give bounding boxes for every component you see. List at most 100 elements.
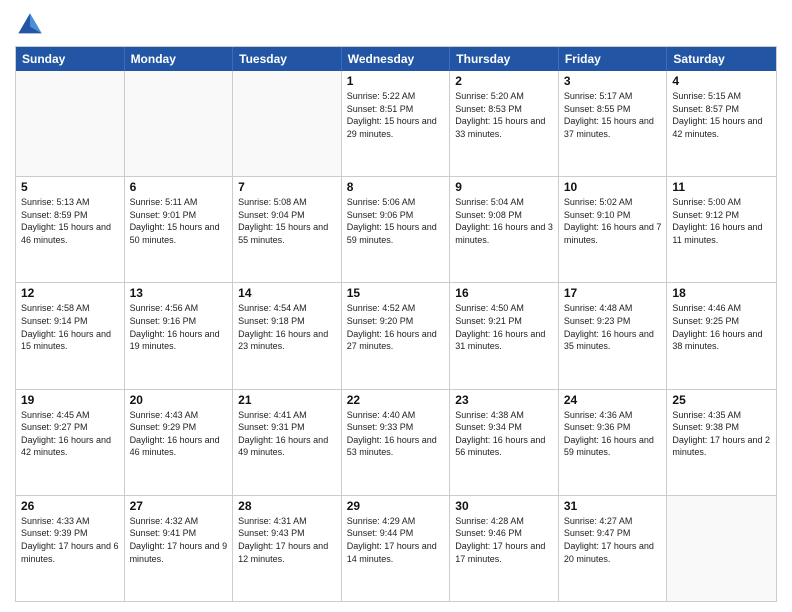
day-number: 1 xyxy=(347,74,445,88)
cell-text: Sunrise: 5:08 AM Sunset: 9:04 PM Dayligh… xyxy=(238,196,336,246)
calendar-cell: 4 Sunrise: 5:15 AM Sunset: 8:57 PM Daylig… xyxy=(667,71,776,176)
calendar-cell: 1 Sunrise: 5:22 AM Sunset: 8:51 PM Daylig… xyxy=(342,71,451,176)
cell-text: Sunrise: 4:58 AM Sunset: 9:14 PM Dayligh… xyxy=(21,302,119,352)
calendar-cell: 27 Sunrise: 4:32 AM Sunset: 9:41 PM Dayli… xyxy=(125,496,234,601)
day-number: 9 xyxy=(455,180,553,194)
cell-text: Sunrise: 4:29 AM Sunset: 9:44 PM Dayligh… xyxy=(347,515,445,565)
cell-text: Sunrise: 4:35 AM Sunset: 9:38 PM Dayligh… xyxy=(672,409,771,459)
calendar-cell: 16 Sunrise: 4:50 AM Sunset: 9:21 PM Dayli… xyxy=(450,283,559,388)
day-number: 31 xyxy=(564,499,662,513)
calendar-cell xyxy=(233,71,342,176)
calendar-cell: 7 Sunrise: 5:08 AM Sunset: 9:04 PM Daylig… xyxy=(233,177,342,282)
day-number: 27 xyxy=(130,499,228,513)
page: SundayMondayTuesdayWednesdayThursdayFrid… xyxy=(0,0,792,612)
calendar-cell: 2 Sunrise: 5:20 AM Sunset: 8:53 PM Daylig… xyxy=(450,71,559,176)
calendar-cell xyxy=(667,496,776,601)
calendar-cell: 30Sunrise: 4:28 AM Sunset: 9:46 PM Dayli… xyxy=(450,496,559,601)
day-number: 16 xyxy=(455,286,553,300)
cell-text: Sunrise: 4:38 AM Sunset: 9:34 PM Dayligh… xyxy=(455,409,553,459)
day-number: 8 xyxy=(347,180,445,194)
calendar-cell: 28Sunrise: 4:31 AM Sunset: 9:43 PM Dayli… xyxy=(233,496,342,601)
calendar-cell: 5 Sunrise: 5:13 AM Sunset: 8:59 PM Daylig… xyxy=(16,177,125,282)
calendar-row: 12Sunrise: 4:58 AM Sunset: 9:14 PM Dayli… xyxy=(16,282,776,388)
calendar-cell: 17 Sunrise: 4:48 AM Sunset: 9:23 PM Dayli… xyxy=(559,283,668,388)
day-number: 13 xyxy=(130,286,228,300)
calendar-row: 19 Sunrise: 4:45 AM Sunset: 9:27 PM Dayli… xyxy=(16,389,776,495)
calendar-body: 1 Sunrise: 5:22 AM Sunset: 8:51 PM Daylig… xyxy=(16,71,776,601)
cell-text: Sunrise: 4:32 AM Sunset: 9:41 PM Dayligh… xyxy=(130,515,228,565)
cell-text: Sunrise: 5:04 AM Sunset: 9:08 PM Dayligh… xyxy=(455,196,553,246)
calendar-header-cell: Tuesday xyxy=(233,47,342,71)
cell-text: Sunrise: 5:13 AM Sunset: 8:59 PM Dayligh… xyxy=(21,196,119,246)
cell-text: Sunrise: 4:36 AM Sunset: 9:36 PM Dayligh… xyxy=(564,409,662,459)
cell-text: Sunrise: 4:27 AM Sunset: 9:47 PM Dayligh… xyxy=(564,515,662,565)
calendar-cell xyxy=(16,71,125,176)
calendar-cell: 15 Sunrise: 4:52 AM Sunset: 9:20 PM Dayli… xyxy=(342,283,451,388)
cell-text: Sunrise: 4:45 AM Sunset: 9:27 PM Dayligh… xyxy=(21,409,119,459)
day-number: 25 xyxy=(672,393,771,407)
calendar-cell: 24 Sunrise: 4:36 AM Sunset: 9:36 PM Dayli… xyxy=(559,390,668,495)
day-number: 5 xyxy=(21,180,119,194)
calendar-cell xyxy=(125,71,234,176)
calendar-cell: 31 Sunrise: 4:27 AM Sunset: 9:47 PM Dayli… xyxy=(559,496,668,601)
calendar: SundayMondayTuesdayWednesdayThursdayFrid… xyxy=(15,46,777,602)
calendar-cell: 11Sunrise: 5:00 AM Sunset: 9:12 PM Dayli… xyxy=(667,177,776,282)
day-number: 21 xyxy=(238,393,336,407)
cell-text: Sunrise: 4:33 AM Sunset: 9:39 PM Dayligh… xyxy=(21,515,119,565)
day-number: 29 xyxy=(347,499,445,513)
cell-text: Sunrise: 4:43 AM Sunset: 9:29 PM Dayligh… xyxy=(130,409,228,459)
day-number: 4 xyxy=(672,74,771,88)
day-number: 10 xyxy=(564,180,662,194)
day-number: 17 xyxy=(564,286,662,300)
day-number: 22 xyxy=(347,393,445,407)
day-number: 7 xyxy=(238,180,336,194)
day-number: 23 xyxy=(455,393,553,407)
cell-text: Sunrise: 4:52 AM Sunset: 9:20 PM Dayligh… xyxy=(347,302,445,352)
calendar-cell: 13Sunrise: 4:56 AM Sunset: 9:16 PM Dayli… xyxy=(125,283,234,388)
cell-text: Sunrise: 4:40 AM Sunset: 9:33 PM Dayligh… xyxy=(347,409,445,459)
calendar-cell: 25 Sunrise: 4:35 AM Sunset: 9:38 PM Dayli… xyxy=(667,390,776,495)
day-number: 14 xyxy=(238,286,336,300)
calendar-header-cell: Saturday xyxy=(667,47,776,71)
cell-text: Sunrise: 5:15 AM Sunset: 8:57 PM Dayligh… xyxy=(672,90,771,140)
day-number: 24 xyxy=(564,393,662,407)
day-number: 19 xyxy=(21,393,119,407)
cell-text: Sunrise: 4:41 AM Sunset: 9:31 PM Dayligh… xyxy=(238,409,336,459)
calendar-cell: 8 Sunrise: 5:06 AM Sunset: 9:06 PM Daylig… xyxy=(342,177,451,282)
calendar-cell: 21 Sunrise: 4:41 AM Sunset: 9:31 PM Dayli… xyxy=(233,390,342,495)
day-number: 28 xyxy=(238,499,336,513)
header xyxy=(15,10,777,40)
cell-text: Sunrise: 4:54 AM Sunset: 9:18 PM Dayligh… xyxy=(238,302,336,352)
calendar-cell: 12Sunrise: 4:58 AM Sunset: 9:14 PM Dayli… xyxy=(16,283,125,388)
calendar-header-cell: Monday xyxy=(125,47,234,71)
calendar-cell: 3Sunrise: 5:17 AM Sunset: 8:55 PM Daylig… xyxy=(559,71,668,176)
logo xyxy=(15,10,49,40)
cell-text: Sunrise: 5:22 AM Sunset: 8:51 PM Dayligh… xyxy=(347,90,445,140)
cell-text: Sunrise: 4:50 AM Sunset: 9:21 PM Dayligh… xyxy=(455,302,553,352)
day-number: 15 xyxy=(347,286,445,300)
calendar-cell: 20 Sunrise: 4:43 AM Sunset: 9:29 PM Dayli… xyxy=(125,390,234,495)
calendar-row: 5 Sunrise: 5:13 AM Sunset: 8:59 PM Daylig… xyxy=(16,176,776,282)
calendar-header-cell: Friday xyxy=(559,47,668,71)
calendar-header-cell: Sunday xyxy=(16,47,125,71)
day-number: 26 xyxy=(21,499,119,513)
calendar-cell: 18Sunrise: 4:46 AM Sunset: 9:25 PM Dayli… xyxy=(667,283,776,388)
calendar-cell: 6Sunrise: 5:11 AM Sunset: 9:01 PM Daylig… xyxy=(125,177,234,282)
calendar-cell: 9 Sunrise: 5:04 AM Sunset: 9:08 PM Daylig… xyxy=(450,177,559,282)
cell-text: Sunrise: 4:48 AM Sunset: 9:23 PM Dayligh… xyxy=(564,302,662,352)
calendar-cell: 14 Sunrise: 4:54 AM Sunset: 9:18 PM Dayli… xyxy=(233,283,342,388)
day-number: 2 xyxy=(455,74,553,88)
cell-text: Sunrise: 4:28 AM Sunset: 9:46 PM Dayligh… xyxy=(455,515,553,565)
cell-text: Sunrise: 5:02 AM Sunset: 9:10 PM Dayligh… xyxy=(564,196,662,246)
day-number: 3 xyxy=(564,74,662,88)
cell-text: Sunrise: 5:06 AM Sunset: 9:06 PM Dayligh… xyxy=(347,196,445,246)
day-number: 18 xyxy=(672,286,771,300)
calendar-cell: 19 Sunrise: 4:45 AM Sunset: 9:27 PM Dayli… xyxy=(16,390,125,495)
cell-text: Sunrise: 5:20 AM Sunset: 8:53 PM Dayligh… xyxy=(455,90,553,140)
calendar-header-row: SundayMondayTuesdayWednesdayThursdayFrid… xyxy=(16,47,776,71)
cell-text: Sunrise: 5:00 AM Sunset: 9:12 PM Dayligh… xyxy=(672,196,771,246)
calendar-cell: 10 Sunrise: 5:02 AM Sunset: 9:10 PM Dayli… xyxy=(559,177,668,282)
calendar-cell: 26 Sunrise: 4:33 AM Sunset: 9:39 PM Dayli… xyxy=(16,496,125,601)
calendar-row: 1 Sunrise: 5:22 AM Sunset: 8:51 PM Daylig… xyxy=(16,71,776,176)
day-number: 20 xyxy=(130,393,228,407)
